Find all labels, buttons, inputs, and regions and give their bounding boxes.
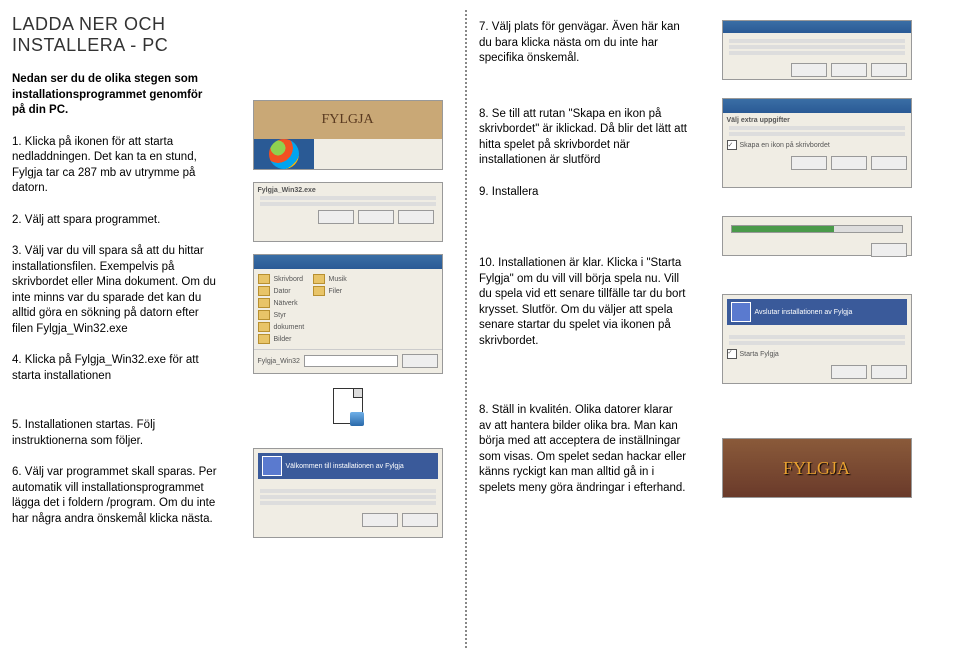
intro-text: Nedan ser du de olika stegen som install… — [12, 72, 218, 119]
step-3: 3. Välj var du vill spara så att du hitt… — [12, 244, 218, 337]
screenshot-shortcuts — [722, 20, 912, 80]
checkbox-label: Starta Fylgja — [740, 351, 779, 358]
step-2: 2. Välj att spara programmet. — [12, 213, 218, 229]
dialog-button — [358, 210, 394, 224]
dialog-button — [318, 210, 354, 224]
installer-logo-icon — [262, 456, 282, 476]
windows-icon — [269, 139, 299, 169]
download-filename: Fylgja_Win32.exe — [258, 187, 438, 194]
step-6: 6. Välj var programmet skall sparas. Per… — [12, 465, 218, 527]
game-logo-text: FYLGJA — [783, 458, 850, 479]
screenshot-installer-finish: Avslutar installationen av Fylgja ✓ Star… — [722, 294, 912, 384]
screenshot-save-location: Skrivbord Dator Nätverk Styr dokument Bi… — [253, 254, 443, 374]
dialog-button — [402, 354, 438, 368]
step-7: 7. Välj plats för genvägar. Även här kan… — [479, 20, 687, 67]
step-9: 9. Installera — [479, 185, 687, 201]
exe-file-icon — [328, 386, 368, 426]
step-1: 1. Klicka på ikonen för att starta nedla… — [12, 135, 218, 197]
screenshot-game-quality: FYLGJA — [722, 438, 912, 498]
step-11: 8. Ställ in kvalitén. Olika datorer klar… — [479, 403, 687, 496]
screenshot-installer-welcome: Välkommen till installationen av Fylgja — [253, 448, 443, 538]
step-5: 5. Installationen startas. Följ instrukt… — [12, 418, 218, 449]
screenshot-install-progress — [722, 216, 912, 256]
screenshot-download-logo: FYLGJA — [253, 100, 443, 170]
dialog-button — [398, 210, 434, 224]
page-title: LADDA NER OCH INSTALLERA - PC — [12, 14, 218, 56]
logo-text: FYLGJA — [321, 112, 373, 128]
finish-title: Avslutar installationen av Fylgja — [755, 309, 853, 316]
step-10: 10. Installationen är klar. Klicka i "St… — [479, 256, 687, 349]
step-4: 4. Klicka på Fylgja_Win32.exe för att st… — [12, 353, 218, 384]
screenshot-download-dialog: Fylgja_Win32.exe — [253, 182, 443, 242]
screenshot-desktop-icon-option: Välj extra uppgifter ✓ Skapa en ikon på … — [722, 98, 912, 188]
installer-logo-icon — [731, 302, 751, 322]
installer-title: Välkommen till installationen av Fylgja — [286, 463, 404, 470]
step-8: 8. Se till att rutan "Skapa en ikon på s… — [479, 107, 687, 169]
